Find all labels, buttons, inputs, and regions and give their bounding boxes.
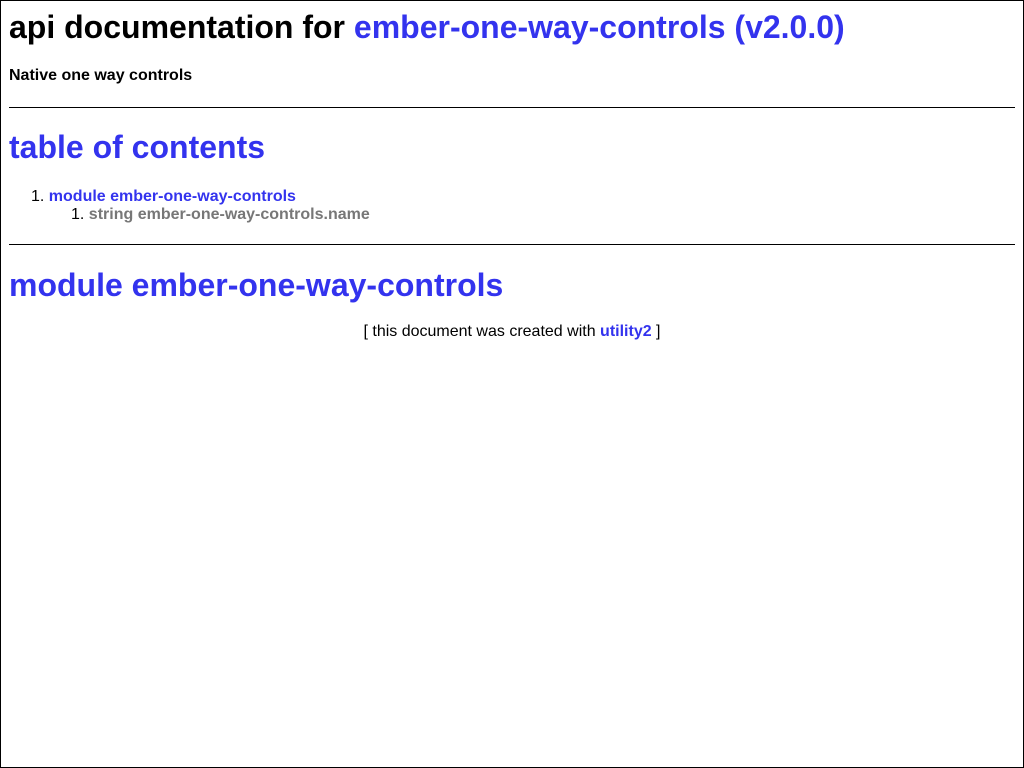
toc-heading: table of contents <box>9 129 266 165</box>
page-title: api documentation for ember-one-way-cont… <box>9 8 845 46</box>
utility2-link[interactable]: utility2 <box>600 323 652 340</box>
module-heading: module ember-one-way-controls <box>9 267 504 303</box>
toc-link-module[interactable]: module ember-one-way-controls <box>49 188 296 205</box>
toc-subitem: 1. string ember-one-way-controls.name <box>71 205 370 225</box>
title-prefix: api documentation for <box>9 9 354 45</box>
divider <box>9 244 1015 245</box>
package-description: Native one way controls <box>9 67 193 84</box>
package-link[interactable]: ember-one-way-controls (v2.0.0) <box>354 9 845 45</box>
footer-open: [ this document was created with <box>363 323 601 340</box>
page-frame <box>0 0 1024 768</box>
toc-subitem-number: 1. <box>71 206 85 223</box>
toc-item-number: 1. <box>31 188 45 205</box>
footer-credit: [ this document was created with utility… <box>0 322 1024 342</box>
footer-close: ] <box>651 323 661 340</box>
toc-item: 1. module ember-one-way-controls <box>31 187 296 207</box>
divider <box>9 107 1015 108</box>
toc-link-name-property[interactable]: string ember-one-way-controls.name <box>89 206 370 223</box>
